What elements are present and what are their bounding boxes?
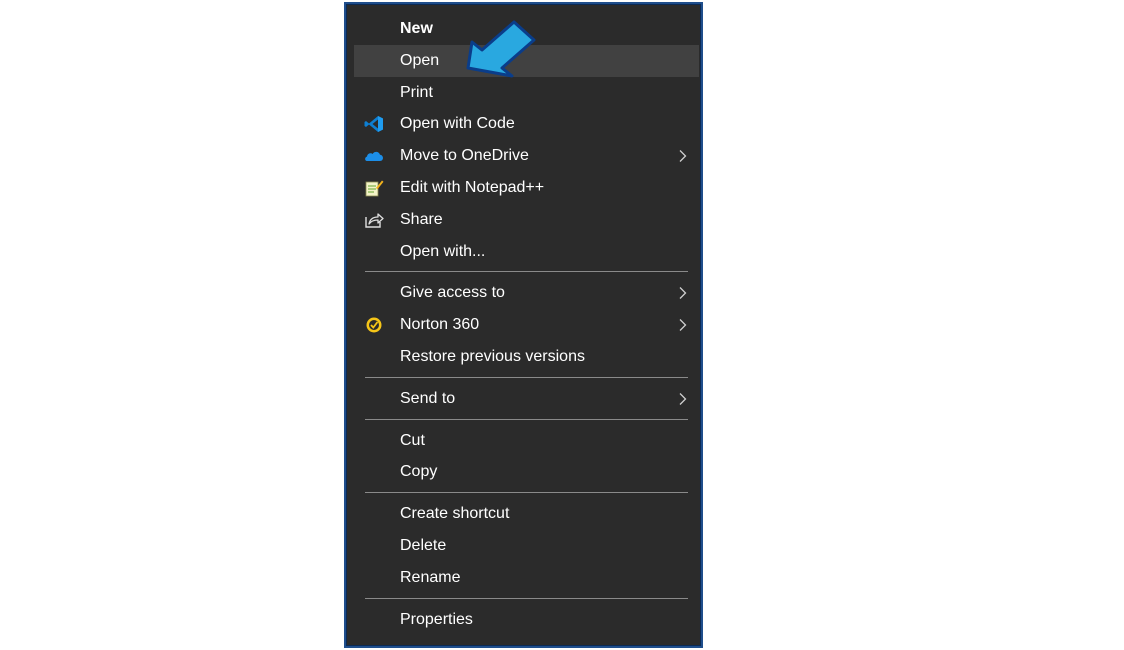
menu-item-copy[interactable]: Copy — [354, 456, 699, 488]
menu-item-print[interactable]: Print — [354, 77, 699, 109]
menu-separator — [365, 271, 688, 273]
chevron-right-icon — [679, 319, 687, 332]
menu-item-label: New — [400, 20, 433, 37]
notepad-plus-plus-icon — [365, 180, 384, 197]
menu-item-send-to[interactable]: Send to — [354, 383, 699, 415]
menu-separator — [365, 376, 688, 378]
chevron-right-icon — [679, 287, 687, 300]
menu-item-label: Open — [400, 51, 440, 69]
menu-item-edit-with-notepad-plus-plus[interactable]: Edit with Notepad++ — [354, 172, 699, 204]
menu-item-label: Print — [400, 83, 433, 101]
menu-item-norton-360[interactable]: Norton 360 — [354, 309, 699, 341]
context-menu: New Open Print Open with Code Move to On… — [344, 2, 703, 648]
menu-item-label: Delete — [400, 536, 447, 554]
menu-item-cut[interactable]: Cut — [354, 425, 699, 457]
menu-item-label: Move to OneDrive — [400, 147, 529, 165]
menu-item-label: Copy — [400, 463, 438, 481]
chevron-right-icon — [679, 392, 687, 405]
menu-item-label: Open with... — [400, 242, 486, 260]
chevron-right-icon — [679, 150, 687, 163]
menu-separator — [365, 597, 688, 599]
menu-item-label: Send to — [400, 389, 456, 407]
menu-separator — [365, 492, 688, 494]
menu-item-label: Norton 360 — [400, 316, 480, 334]
menu-item-label: Give access to — [400, 284, 505, 302]
menu-separator — [365, 418, 688, 420]
share-icon — [365, 213, 384, 228]
menu-item-label: Share — [400, 210, 443, 228]
menu-item-label: Open with Code — [400, 115, 515, 133]
menu-item-label: Create shortcut — [400, 505, 510, 523]
norton-icon — [366, 317, 382, 333]
menu-item-create-shortcut[interactable]: Create shortcut — [354, 498, 699, 530]
menu-item-label: Rename — [400, 568, 461, 586]
vscode-icon — [364, 116, 383, 133]
menu-item-restore-previous-versions[interactable]: Restore previous versions — [354, 341, 699, 373]
menu-item-give-access-to[interactable]: Give access to — [354, 277, 699, 309]
pointer-arrow-icon — [466, 20, 536, 78]
menu-item-delete[interactable]: Delete — [354, 530, 699, 562]
onedrive-icon — [365, 152, 383, 162]
context-menu-items: New Open Print Open with Code Move to On… — [354, 13, 699, 635]
menu-item-move-to-onedrive[interactable]: Move to OneDrive — [354, 140, 699, 172]
menu-item-share[interactable]: Share — [354, 204, 699, 236]
menu-item-open-with[interactable]: Open with... — [354, 236, 699, 268]
menu-item-rename[interactable]: Rename — [354, 562, 699, 594]
menu-item-label: Restore previous versions — [400, 347, 585, 365]
menu-item-label: Cut — [400, 431, 425, 449]
menu-item-properties[interactable]: Properties — [354, 604, 699, 636]
menu-item-label: Edit with Notepad++ — [400, 178, 545, 196]
menu-item-label: Properties — [400, 610, 473, 628]
menu-item-open-with-code[interactable]: Open with Code — [354, 108, 699, 140]
